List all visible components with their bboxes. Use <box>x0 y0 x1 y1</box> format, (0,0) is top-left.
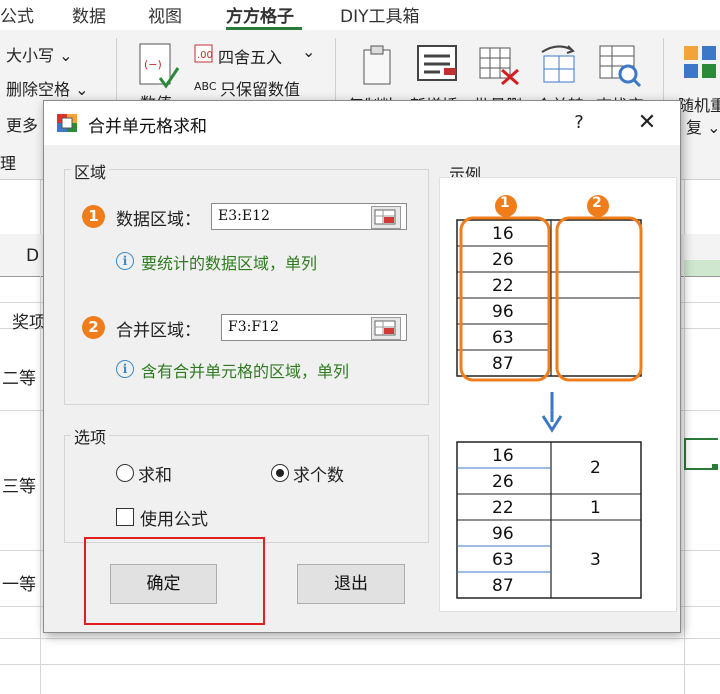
clipboard-icon[interactable] <box>358 44 398 88</box>
numeric-icon[interactable]: (−) <box>138 42 180 92</box>
column-header-d[interactable]: D <box>26 246 39 266</box>
option-count-label[interactable]: 求个数 <box>293 461 344 486</box>
cell-first-prize[interactable]: 一等 <box>2 570 36 595</box>
tab-formulas[interactable]: 公式 <box>0 2 34 27</box>
svg-text:.00: .00 <box>197 50 213 61</box>
example-panel: 1 2 16 26 22 96 63 87 16 26 22 96 63 87 … <box>439 177 677 612</box>
round-icon: .00 <box>194 44 213 63</box>
grid-line <box>0 664 720 665</box>
data-range-hint: 要统计的数据区域，单列 <box>141 254 318 273</box>
use-formula-checkbox[interactable] <box>116 508 134 526</box>
fill-handle[interactable] <box>712 464 718 470</box>
merge-cell-sum-dialog: 合并单元格求和 ? ✕ 区域 1 数据区域： E3:E12 i 要统计的数据区域… <box>43 100 681 633</box>
example-result-value: 1 <box>590 498 601 518</box>
example-data-value: 22 <box>492 498 514 518</box>
data-range-picker-button[interactable] <box>371 206 401 229</box>
ok-button[interactable]: 确定 <box>110 564 217 604</box>
example-data-value: 87 <box>492 576 514 596</box>
repeat-dropdown[interactable]: 复 ⌄ <box>686 114 720 138</box>
case-button[interactable]: 大小写 ⌄ <box>6 42 73 66</box>
manage-label: 理 <box>0 154 17 173</box>
example-result-value: 2 <box>590 458 601 478</box>
merge-convert-icon[interactable] <box>538 42 582 86</box>
insert-rows-icon[interactable] <box>416 44 460 84</box>
tab-fangfanggezi[interactable]: 方方格子 <box>226 2 294 27</box>
dialog-title: 合并单元格求和 <box>88 117 207 137</box>
exit-button[interactable]: 退出 <box>297 564 405 604</box>
tab-view[interactable]: 视图 <box>148 2 182 27</box>
grid-line <box>0 638 720 639</box>
example-illustration <box>456 195 643 599</box>
example-data-value: 63 <box>492 550 514 570</box>
chevron-down-icon[interactable]: ⌄ <box>302 42 315 61</box>
svg-text:(−): (−) <box>144 58 162 71</box>
round-button[interactable]: 四舍五入 <box>218 44 282 68</box>
example-data-value: 63 <box>492 328 514 348</box>
random-icon[interactable] <box>682 44 720 84</box>
example-data-value: 96 <box>492 524 514 544</box>
merge-range-label: 合并区域： <box>116 321 201 341</box>
more-button[interactable]: 更多 <box>6 112 38 136</box>
example-data-value: 22 <box>492 276 514 296</box>
close-button[interactable]: ✕ <box>629 109 665 137</box>
example-data-value: 16 <box>492 446 514 466</box>
range-select-icon <box>374 209 396 225</box>
info-icon: i <box>116 252 134 270</box>
info-icon: i <box>116 360 134 378</box>
ribbon-tab-bar: 公式 数据 视图 方方格子 DIY工具箱 <box>0 0 720 30</box>
region-group-label: 区域 <box>71 159 110 183</box>
batch-delete-icon[interactable] <box>478 46 522 86</box>
option-sum-label[interactable]: 求和 <box>138 461 172 486</box>
badge-1: 1 <box>82 205 105 228</box>
radio-count[interactable] <box>271 464 289 482</box>
find-locate-icon[interactable] <box>598 44 642 88</box>
cell-third-prize[interactable]: 三等 <box>2 472 36 497</box>
options-group-label: 选项 <box>71 424 110 448</box>
options-group <box>64 435 429 543</box>
example-data-value: 26 <box>492 472 514 492</box>
example-data-value: 96 <box>492 302 514 322</box>
random-repeat-button[interactable]: 随机重 <box>678 92 720 116</box>
badge-2: 2 <box>82 316 105 339</box>
dialog-titlebar[interactable]: 合并单元格求和 ? ✕ <box>44 101 680 145</box>
merge-range-hint: 含有合并单元格的区域，单列 <box>141 362 350 381</box>
example-data-value: 87 <box>492 354 514 374</box>
help-button[interactable]: ? <box>564 109 594 137</box>
radio-selected-dot <box>276 469 284 477</box>
abc-icon: ABC <box>194 80 217 93</box>
keep-value-button[interactable]: 只保留数值 <box>220 76 300 100</box>
example-data-value: 26 <box>492 250 514 270</box>
example-data-value: 16 <box>492 224 514 244</box>
example-result-value: 3 <box>590 550 601 570</box>
radio-sum[interactable] <box>116 464 134 482</box>
cell-second-prize[interactable]: 二等 <box>2 364 36 389</box>
tab-data[interactable]: 数据 <box>72 2 106 27</box>
merge-range-picker-button[interactable] <box>371 317 401 340</box>
tab-diy-toolbox[interactable]: DIY工具箱 <box>340 2 420 27</box>
data-range-label: 数据区域： <box>116 210 201 230</box>
use-formula-label[interactable]: 使用公式 <box>140 505 208 530</box>
example-badge-2: 2 <box>592 195 602 211</box>
example-badge-1: 1 <box>500 195 510 211</box>
remove-space-button[interactable]: 删除空格 ⌄ <box>6 76 89 100</box>
range-select-icon <box>374 320 396 336</box>
app-logo-icon <box>57 114 77 132</box>
cell-award[interactable]: 奖项 <box>12 308 46 333</box>
selected-column-header <box>684 260 720 276</box>
